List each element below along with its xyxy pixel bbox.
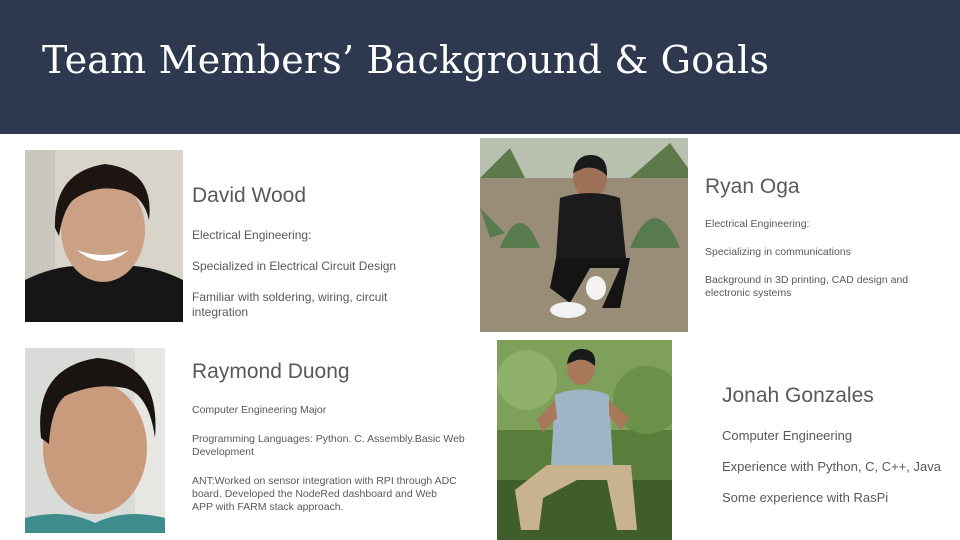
member-name: Jonah Gonzales xyxy=(722,384,874,407)
member-detail: ANT:Worked on sensor integration with RP… xyxy=(192,475,457,513)
member-detail: Background in 3D printing, CAD design an… xyxy=(705,274,909,299)
member-photo-jonah xyxy=(497,340,672,540)
member-photo-david xyxy=(25,150,183,322)
member-name: Ryan Oga xyxy=(705,175,800,198)
member-name: David Wood xyxy=(192,184,307,207)
member-detail: Electrical Engineering: xyxy=(192,228,312,242)
member-name: Raymond Duong xyxy=(192,360,350,383)
member-photo-ryan xyxy=(480,138,688,332)
member-detail: Some experience with RasPi xyxy=(722,490,889,505)
member-detail: Programming Languages: Python. C. Assemb… xyxy=(192,433,465,458)
member-photo-raymond xyxy=(25,348,165,533)
member-detail: Experience with Python, C, C++, Java xyxy=(722,459,941,474)
member-detail: Electrical Engineering: xyxy=(705,218,810,230)
member-detail: Specializing in communications xyxy=(705,246,851,258)
member-detail: Familiar with soldering, wiring, circuit… xyxy=(192,290,388,319)
member-detail: Computer Engineering xyxy=(722,428,853,443)
member-detail: Specialized in Electrical Circuit Design xyxy=(192,259,397,273)
member-detail: Computer Engineering Major xyxy=(192,404,327,416)
slide-title: Team Members’ Background & Goals xyxy=(42,38,770,82)
